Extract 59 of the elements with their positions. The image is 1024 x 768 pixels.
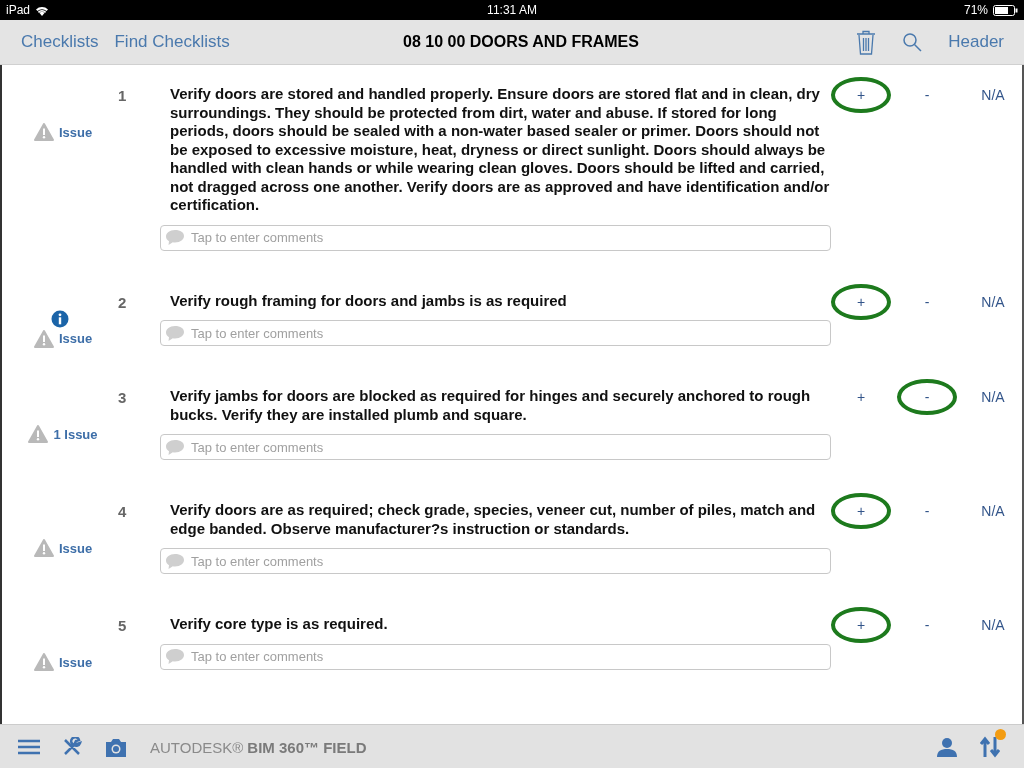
response-option[interactable]: - xyxy=(894,77,960,113)
speech-bubble-icon xyxy=(165,552,185,570)
warning-icon xyxy=(33,329,54,348)
item-number: 2 xyxy=(117,292,128,313)
response-option[interactable]: + xyxy=(831,493,891,529)
response-option[interactable]: + xyxy=(831,77,891,113)
sync-icon[interactable] xyxy=(980,729,1006,758)
device-name: iPad xyxy=(6,3,31,17)
battery-percent: 71% xyxy=(963,3,988,17)
checklist-question: Verify core type is as required. xyxy=(170,615,389,634)
page-title: 08 10 00 DOORS AND FRAMES xyxy=(402,33,640,51)
clock: 11:31 AM xyxy=(487,3,537,17)
issue-link[interactable]: 1 Issue xyxy=(53,426,98,442)
checklist-question: Verify doors are stored and handled properly. Ensure doors are stored flat and in clean, dry surroundings. They should be protected from dirt, water and abuse. If stored for long periods, doors should be sealed with a non-water based sealer or primer. Doors should not be exposed to excessive moisture, heat, dryness or direct sunlight. Doors should always be handled with clean hands or while wearing clean gloves. Doors should be lifted and carried, not dragged across one another. Verify doors are as approved and have identification and/or certification. xyxy=(170,85,830,215)
response-option[interactable]: - xyxy=(897,379,957,415)
checklists-button[interactable]: Checklists xyxy=(21,32,99,52)
warning-icon xyxy=(33,653,54,671)
item-number: 1 xyxy=(117,86,128,106)
item-number: 3 xyxy=(117,388,128,408)
response-option[interactable]: N/A xyxy=(960,493,1022,529)
speech-bubble-icon xyxy=(165,438,185,456)
camera-icon[interactable] xyxy=(104,737,128,757)
find-checklists-button[interactable]: Find Checklists xyxy=(114,32,230,52)
warning-icon xyxy=(33,539,54,557)
wifi-icon xyxy=(35,4,50,16)
response-option[interactable]: N/A xyxy=(960,77,1022,113)
speech-bubble-icon xyxy=(165,324,185,342)
header-button[interactable]: Header xyxy=(948,32,1004,52)
checklist-question: Verify rough framing for doors and jambs is as required xyxy=(170,291,568,310)
item-number: 4 xyxy=(117,502,128,522)
response-option[interactable]: N/A xyxy=(960,607,1022,643)
speech-bubble-icon xyxy=(165,648,185,665)
issue-link[interactable]: Issue xyxy=(58,654,93,670)
issue-link[interactable]: Issue xyxy=(58,124,93,140)
response-option[interactable]: - xyxy=(894,283,960,320)
trash-icon[interactable] xyxy=(856,29,877,55)
search-icon[interactable] xyxy=(902,32,923,52)
battery-icon xyxy=(993,4,1018,16)
response-option[interactable]: N/A xyxy=(960,283,1022,320)
response-option[interactable]: N/A xyxy=(960,379,1022,415)
info-icon[interactable] xyxy=(50,309,69,328)
checklist-question: Verify doors are as required; check grade, species, veneer cut, number of piles, match and edge banded. Observe manufacturer?s instruction or standards. xyxy=(170,501,817,538)
response-option[interactable]: - xyxy=(894,493,960,529)
menu-icon[interactable] xyxy=(18,739,40,755)
brand-logo-text: AUTODESK® xyxy=(150,738,244,756)
response-option[interactable]: + xyxy=(831,607,891,643)
response-option[interactable]: - xyxy=(894,607,960,643)
warning-icon xyxy=(33,123,54,141)
issue-link[interactable]: Issue xyxy=(58,540,93,556)
checklist-question: Verify jambs for doors are blocked as required for hinges and securely anchored to rough bucks. Verify they are installed plumb and square. xyxy=(170,387,812,424)
item-number: 5 xyxy=(117,616,128,636)
product-name: BIM 360™ FIELD xyxy=(247,738,367,756)
response-option[interactable]: + xyxy=(828,379,894,415)
tools-icon[interactable] xyxy=(62,737,82,757)
speech-bubble-icon xyxy=(165,229,185,246)
warning-icon xyxy=(28,425,49,443)
issue-link[interactable]: Issue xyxy=(58,331,93,346)
response-option[interactable]: + xyxy=(831,283,891,320)
person-icon[interactable] xyxy=(936,737,958,757)
